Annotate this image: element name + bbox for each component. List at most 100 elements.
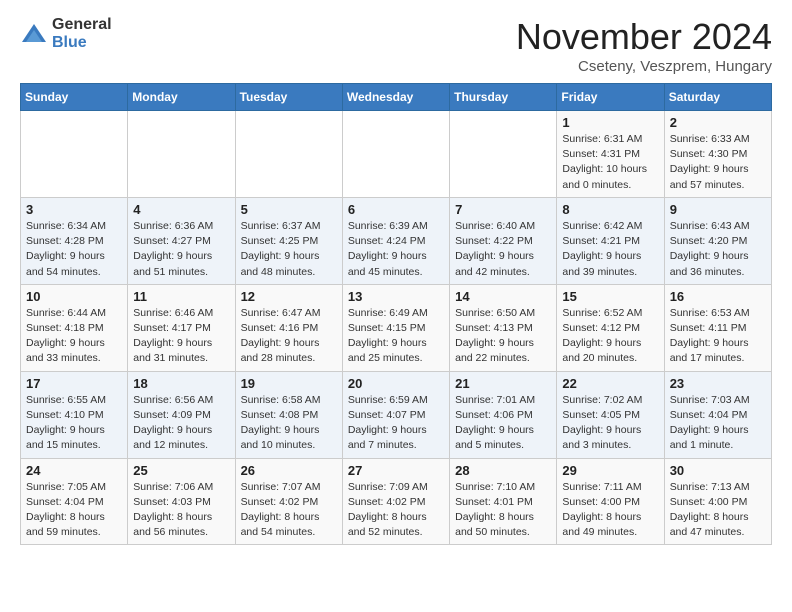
calendar-body: 1 Sunrise: 6:31 AMSunset: 4:31 PMDaylight… xyxy=(21,111,772,545)
day-info: Sunrise: 6:33 AMSunset: 4:30 PMDaylight:… xyxy=(670,132,766,193)
day-info: Sunrise: 6:37 AMSunset: 4:25 PMDaylight:… xyxy=(241,219,337,280)
day-number: 16 xyxy=(670,289,766,304)
day-number: 8 xyxy=(562,202,658,217)
title-block: November 2024 Cseteny, Veszprem, Hungary xyxy=(516,16,772,75)
day-number: 3 xyxy=(26,202,122,217)
day-number: 21 xyxy=(455,376,551,391)
page-header: General Blue November 2024 Cseteny, Vesz… xyxy=(20,16,772,75)
day-number: 19 xyxy=(241,376,337,391)
day-number: 2 xyxy=(670,115,766,130)
calendar-cell: 17 Sunrise: 6:55 AMSunset: 4:10 PMDayligh… xyxy=(21,371,128,458)
weekday-monday: Monday xyxy=(128,84,235,111)
day-number: 29 xyxy=(562,463,658,478)
day-info: Sunrise: 6:49 AMSunset: 4:15 PMDaylight:… xyxy=(348,306,444,367)
day-number: 27 xyxy=(348,463,444,478)
day-number: 15 xyxy=(562,289,658,304)
day-info: Sunrise: 6:44 AMSunset: 4:18 PMDaylight:… xyxy=(26,306,122,367)
weekday-sunday: Sunday xyxy=(21,84,128,111)
day-info: Sunrise: 6:36 AMSunset: 4:27 PMDaylight:… xyxy=(133,219,229,280)
day-info: Sunrise: 6:53 AMSunset: 4:11 PMDaylight:… xyxy=(670,306,766,367)
day-number: 7 xyxy=(455,202,551,217)
month-title: November 2024 xyxy=(516,16,772,58)
logo-text: General Blue xyxy=(52,16,112,51)
day-number: 24 xyxy=(26,463,122,478)
calendar-cell: 2 Sunrise: 6:33 AMSunset: 4:30 PMDaylight… xyxy=(664,111,771,198)
calendar-cell: 25 Sunrise: 7:06 AMSunset: 4:03 PMDayligh… xyxy=(128,458,235,545)
calendar-cell: 30Sunrise: 7:13 AMSunset: 4:00 PMDayligh… xyxy=(664,458,771,545)
day-info: Sunrise: 7:03 AMSunset: 4:04 PMDaylight:… xyxy=(670,393,766,454)
calendar-cell xyxy=(128,111,235,198)
calendar-cell: 8 Sunrise: 6:42 AMSunset: 4:21 PMDaylight… xyxy=(557,197,664,284)
day-number: 1 xyxy=(562,115,658,130)
weekday-saturday: Saturday xyxy=(664,84,771,111)
day-info: Sunrise: 6:39 AMSunset: 4:24 PMDaylight:… xyxy=(348,219,444,280)
day-number: 11 xyxy=(133,289,229,304)
weekday-friday: Friday xyxy=(557,84,664,111)
calendar-week-0: 1 Sunrise: 6:31 AMSunset: 4:31 PMDaylight… xyxy=(21,111,772,198)
calendar-cell: 29Sunrise: 7:11 AMSunset: 4:00 PMDayligh… xyxy=(557,458,664,545)
calendar-cell: 13Sunrise: 6:49 AMSunset: 4:15 PMDayligh… xyxy=(342,284,449,371)
day-info: Sunrise: 6:42 AMSunset: 4:21 PMDaylight:… xyxy=(562,219,658,280)
weekday-thursday: Thursday xyxy=(450,84,557,111)
day-info: Sunrise: 6:31 AMSunset: 4:31 PMDaylight:… xyxy=(562,132,658,193)
day-number: 5 xyxy=(241,202,337,217)
calendar-cell: 18 Sunrise: 6:56 AMSunset: 4:09 PMDayligh… xyxy=(128,371,235,458)
calendar-cell: 3 Sunrise: 6:34 AMSunset: 4:28 PMDaylight… xyxy=(21,197,128,284)
day-number: 30 xyxy=(670,463,766,478)
day-info: Sunrise: 6:43 AMSunset: 4:20 PMDaylight:… xyxy=(670,219,766,280)
day-info: Sunrise: 7:01 AMSunset: 4:06 PMDaylight:… xyxy=(455,393,551,454)
day-number: 14 xyxy=(455,289,551,304)
calendar-cell xyxy=(235,111,342,198)
day-number: 25 xyxy=(133,463,229,478)
logo-icon xyxy=(20,20,48,48)
logo-blue: Blue xyxy=(52,34,112,52)
calendar-cell xyxy=(450,111,557,198)
day-info: Sunrise: 7:05 AMSunset: 4:04 PMDaylight:… xyxy=(26,480,122,541)
day-info: Sunrise: 6:34 AMSunset: 4:28 PMDaylight:… xyxy=(26,219,122,280)
calendar-cell: 16 Sunrise: 6:53 AMSunset: 4:11 PMDayligh… xyxy=(664,284,771,371)
day-info: Sunrise: 6:46 AMSunset: 4:17 PMDaylight:… xyxy=(133,306,229,367)
day-info: Sunrise: 7:09 AMSunset: 4:02 PMDaylight:… xyxy=(348,480,444,541)
calendar-cell: 9Sunrise: 6:43 AMSunset: 4:20 PMDaylight… xyxy=(664,197,771,284)
day-number: 28 xyxy=(455,463,551,478)
day-info: Sunrise: 6:56 AMSunset: 4:09 PMDaylight:… xyxy=(133,393,229,454)
calendar-cell: 6 Sunrise: 6:39 AMSunset: 4:24 PMDaylight… xyxy=(342,197,449,284)
day-number: 18 xyxy=(133,376,229,391)
location: Cseteny, Veszprem, Hungary xyxy=(516,58,772,75)
day-info: Sunrise: 7:02 AMSunset: 4:05 PMDaylight:… xyxy=(562,393,658,454)
calendar-cell: 27 Sunrise: 7:09 AMSunset: 4:02 PMDayligh… xyxy=(342,458,449,545)
day-number: 22 xyxy=(562,376,658,391)
calendar-cell: 10 Sunrise: 6:44 AMSunset: 4:18 PMDayligh… xyxy=(21,284,128,371)
calendar-cell: 24 Sunrise: 7:05 AMSunset: 4:04 PMDayligh… xyxy=(21,458,128,545)
calendar-cell: 7 Sunrise: 6:40 AMSunset: 4:22 PMDaylight… xyxy=(450,197,557,284)
calendar-cell: 12Sunrise: 6:47 AMSunset: 4:16 PMDayligh… xyxy=(235,284,342,371)
day-info: Sunrise: 7:10 AMSunset: 4:01 PMDaylight:… xyxy=(455,480,551,541)
calendar-cell: 28 Sunrise: 7:10 AMSunset: 4:01 PMDayligh… xyxy=(450,458,557,545)
day-number: 17 xyxy=(26,376,122,391)
logo-general: General xyxy=(52,16,112,34)
day-info: Sunrise: 6:52 AMSunset: 4:12 PMDaylight:… xyxy=(562,306,658,367)
day-info: Sunrise: 7:06 AMSunset: 4:03 PMDaylight:… xyxy=(133,480,229,541)
calendar-cell xyxy=(342,111,449,198)
calendar-cell: 19 Sunrise: 6:58 AMSunset: 4:08 PMDayligh… xyxy=(235,371,342,458)
calendar-cell: 4 Sunrise: 6:36 AMSunset: 4:27 PMDaylight… xyxy=(128,197,235,284)
day-info: Sunrise: 6:58 AMSunset: 4:08 PMDaylight:… xyxy=(241,393,337,454)
calendar-cell: 26Sunrise: 7:07 AMSunset: 4:02 PMDayligh… xyxy=(235,458,342,545)
calendar-cell: 21 Sunrise: 7:01 AMSunset: 4:06 PMDayligh… xyxy=(450,371,557,458)
day-info: Sunrise: 6:59 AMSunset: 4:07 PMDaylight:… xyxy=(348,393,444,454)
day-info: Sunrise: 6:55 AMSunset: 4:10 PMDaylight:… xyxy=(26,393,122,454)
day-number: 6 xyxy=(348,202,444,217)
calendar-cell: 15 Sunrise: 6:52 AMSunset: 4:12 PMDayligh… xyxy=(557,284,664,371)
day-info: Sunrise: 6:50 AMSunset: 4:13 PMDaylight:… xyxy=(455,306,551,367)
day-info: Sunrise: 7:07 AMSunset: 4:02 PMDaylight:… xyxy=(241,480,337,541)
day-info: Sunrise: 6:47 AMSunset: 4:16 PMDaylight:… xyxy=(241,306,337,367)
day-number: 20 xyxy=(348,376,444,391)
calendar-week-3: 17 Sunrise: 6:55 AMSunset: 4:10 PMDayligh… xyxy=(21,371,772,458)
logo: General Blue xyxy=(20,16,112,51)
day-number: 4 xyxy=(133,202,229,217)
calendar-cell: 1 Sunrise: 6:31 AMSunset: 4:31 PMDaylight… xyxy=(557,111,664,198)
day-info: Sunrise: 6:40 AMSunset: 4:22 PMDaylight:… xyxy=(455,219,551,280)
calendar-header: SundayMondayTuesdayWednesdayThursdayFrid… xyxy=(21,84,772,111)
day-number: 10 xyxy=(26,289,122,304)
weekday-header-row: SundayMondayTuesdayWednesdayThursdayFrid… xyxy=(21,84,772,111)
